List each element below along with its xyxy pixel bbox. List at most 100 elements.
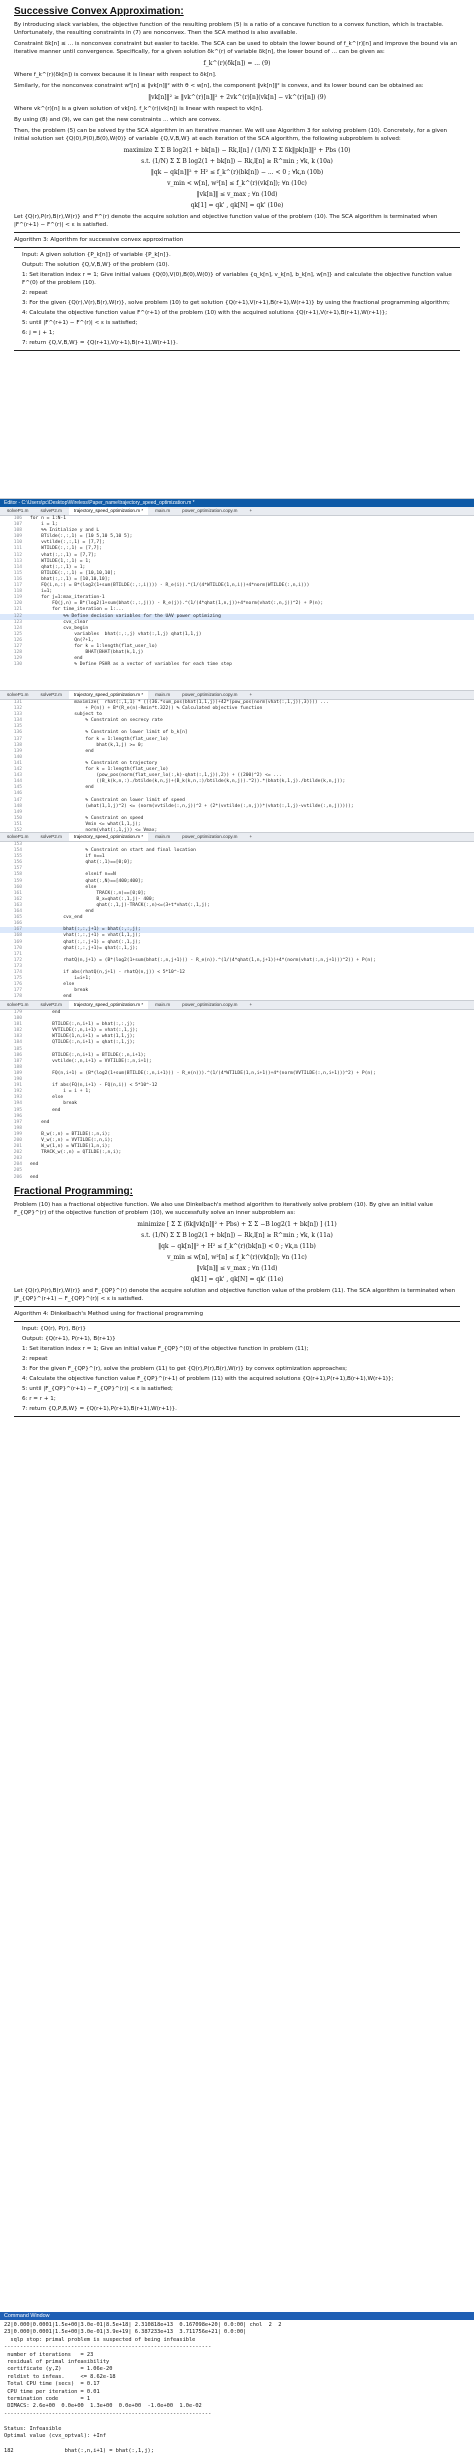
code-text[interactable]: end [30,1162,38,1168]
paragraph: Similarly, for the nonconvex constraint … [14,83,424,89]
paragraph: By introducing slack variables, the obje… [14,22,444,36]
code-text[interactable]: end [30,1120,49,1126]
tab-main[interactable]: main.m [150,507,175,515]
code-editor-3[interactable]: solveP1.m solveP2.m trajectory_speed_opt… [0,832,474,999]
algorithm-step: 1: Set iteration index r = 1; Give initi… [22,272,452,286]
algorithm-step: 1: Set iteration index r = 1; Give an in… [22,1346,309,1352]
editor-title: Editor - C:\Users\pc\Desktop\Wireless\Pa… [0,499,474,507]
code-text[interactable]: end [30,1108,60,1114]
algorithm-step: 7: return {Q,P,B,W} = {Q(r+1),P(r+1),B(r… [22,1406,177,1412]
equation-11c: v_min ≤ w[n], w²[n] ≤ f_k^(r)(vk[n]); ∀n… [167,1254,307,1261]
algorithm-step: 5: until |F^(r+1) − F^(r)| < ε is satisf… [22,320,138,326]
document-page-fractional: Fractional Programming: Problem (10) has… [0,1180,474,2310]
code-area[interactable]: 106 for n = 1:N-1 107 i = 1; 108 %% Initial… [0,516,474,668]
tab-solveP1[interactable]: solveP1.m [2,507,33,515]
editor-tab-bar: solveP1.m solveP2.m trajectory_speed_opt… [0,833,474,842]
editor-tab-bar: solveP1.m solveP2.m trajectory_speed_opt… [0,507,474,516]
line-number[interactable]: 130 [0,662,30,668]
code-text[interactable]: qhat(:,1)==[0;0]; [30,860,132,866]
equation-10e: qk[1] = qk' , qk[N] = qk' (10e) [190,202,284,209]
algorithm-step: 3: For the given {Q(r),V(r),B(r),W(r)}, … [22,300,450,306]
algorithm-step: 6: r = r + 1; [22,1396,56,1402]
algorithm-input: Input: A given solution {P_k[n]} of vari… [22,252,171,258]
editor-tab-bar: solveP1.m solveP2.m trajectory_speed_opt… [0,1001,474,1010]
code-text[interactable]: % Define PSHR as a vector of variables f… [30,662,232,668]
equation-11d: ‖vk[n]‖ ≤ v_max ; ∀n (11d) [196,1265,278,1272]
tab-solveP1[interactable]: solveP1.m [2,1001,33,1009]
code-text[interactable]: qhat(:,:,j+1)= qhat(:,1,j); [30,946,138,952]
tab-solveP2[interactable]: solveP2.m [35,507,66,515]
code-area[interactable]: 153 154 % Constraint on start and final l… [0,842,474,1000]
algorithm-output: Output: {Q(r+1), P(r+1), B(r+1)} [22,1336,116,1342]
equation-11a: s.t. (1/N) Σ Σ B log2(1 + bk[n]) − Rk,l[… [141,1232,333,1239]
algorithm-step: 2: repeat [22,1356,48,1362]
editor-tab-bar: solveP1.m solveP2.m trajectory_speed_opt… [0,691,474,700]
tab-solveP2[interactable]: solveP2.m [35,833,66,841]
code-editor-2[interactable]: solveP1.m solveP2.m trajectory_speed_opt… [0,690,474,834]
code-text[interactable]: vvtilde(:,n,i+1) = VVTILDE(:,n,i+1); [30,1059,152,1065]
code-text[interactable]: end [30,785,93,791]
command-window[interactable]: Command Window 22|0.000|0.0001|1.5e+00|3… [0,2312,474,2454]
code-editor-1[interactable]: Editor - C:\Users\pc\Desktop\Wireless\Pa… [0,498,474,689]
algorithm-step: 6: j = j + 1; [22,330,55,336]
algorithm-step: 5: until |F_{QP}^(r+1) − F_{QP}^(r)| < ε… [22,1386,173,1392]
equation-11b: ‖qk − qk[n]‖² + H² ≤ f_k^(r)(bk[n]) < 0 … [158,1243,316,1250]
code-text[interactable]: % Constraint on secrecy rate [30,718,162,724]
document-page-sca: Successive Convex Approximation: By intr… [0,0,474,498]
code-text[interactable]: TRACK_w(:,n) = QTILDE(:,n,i); [30,1150,121,1156]
tab-trajectory-speed[interactable]: trajectory_speed_optimization.m * [68,507,149,515]
algorithm-caption: Algorithm 4: Dinkelbach's Method using f… [14,1311,204,1317]
code-editor-4[interactable]: solveP1.m solveP2.m trajectory_speed_opt… [0,1000,474,1180]
new-tab-button[interactable]: + [245,691,258,699]
code-text[interactable]: FQ(n,i+1) = (B*(log2(1+sum(BTILDE(:,n,i+… [30,1071,376,1077]
equation-10c: v_min < w[n], w²[n] ≤ f_k^(r)(vk[n]); ∀n… [167,180,307,187]
tab-solveP1[interactable]: solveP1.m [2,833,33,841]
section-title: Successive Convex Approximation: [14,6,184,17]
new-tab-button[interactable]: + [245,507,258,515]
equation-9: f_k^(r)(δk[n]) = ... (9) [203,60,271,67]
tab-power-optimization[interactable]: power_optimization.copy.m [177,833,242,841]
tab-main[interactable]: main.m [150,691,175,699]
paragraph: Problem (10) has a fractional objective … [14,1202,433,1216]
code-text[interactable]: end [30,1010,60,1016]
code-text[interactable]: end [30,749,93,755]
tab-trajectory-speed[interactable]: trajectory_speed_optimization.m * [68,1001,149,1009]
tab-solveP2[interactable]: solveP2.m [35,1001,66,1009]
code-text[interactable]: (what(1,1,j)^2) <= (norm(vvtilde(:,n,j))… [30,804,353,810]
equation-9b: ‖vk[n]‖² ≥ ‖vk^(r)[n]‖² + 2vk^(r)[n](vk[… [148,94,326,101]
tab-power-optimization[interactable]: power_optimization.copy.m [177,507,242,515]
paragraph: Then, the problem (5) can be solved by t… [14,128,448,142]
algorithm-step: 7: return {Q,V,B,W} = {Q(r+1),V(r+1),B(r… [22,340,178,346]
code-text[interactable]: QTILDE(:,n,i+1) = qhat(:,1,j); [30,1040,135,1046]
equation-10d: ‖vk[n]‖ ≤ v_max ; ∀n (10d) [196,191,278,198]
code-line[interactable]: 130 % Define PSHR as a vector of variabl… [0,662,474,668]
code-area[interactable]: 131 maximize( rhat(:,1,1) * (((36.*sum_p… [0,700,474,834]
tab-solveP1[interactable]: solveP1.m [2,691,33,699]
tab-main[interactable]: main.m [150,833,175,841]
tab-power-optimization[interactable]: power_optimization.copy.m [177,691,242,699]
algorithm-caption: Algorithm 3: Algorithm for successive co… [14,237,184,243]
code-text[interactable]: rhatQ(n,j+1) = (B*(log2(1+sum(bhat(:,n,j… [30,958,376,964]
tab-trajectory-speed[interactable]: trajectory_speed_optimization.m * [68,691,149,699]
tab-solveP2[interactable]: solveP2.m [35,691,66,699]
section-title: Fractional Programming: [14,1186,133,1197]
tab-main[interactable]: main.m [150,1001,175,1009]
tab-trajectory-speed[interactable]: trajectory_speed_optimization.m * [68,833,149,841]
code-text[interactable]: cvx_end [30,915,82,921]
algorithm-3: Algorithm 3: Algorithm for successive co… [14,232,460,351]
paragraph: Where vk^(r)[n] is a given solution of v… [14,106,263,112]
code-area[interactable]: 179 end 180 181 BTILDE(:,n,i+1) = bhat(:,:… [0,1010,474,1181]
algorithm-step: 4: Calculate the objective function valu… [22,310,388,316]
new-tab-button[interactable]: + [245,833,258,841]
algorithm-step: 3: For the given F_{QP}^(r), solve the p… [22,1366,348,1372]
equation-10: maximize Σ Σ B log2(1 + bk[n]) − Rk,l[n]… [123,147,351,154]
algorithm-step: 2: repeat [22,290,48,296]
paragraph: Let {Q(r),P(r),B(r),W(r)} and F^(r) deno… [14,214,438,228]
equation-10b: ‖qk − qk[n]‖² + H² ≤ f_k^(r)(bk[n]) − ..… [150,169,324,176]
code-text[interactable]: FQ(i,n,:) = B*(log2(1+sum(BTILDE(:,:,i))… [30,583,309,589]
equation-10a: s.t. (1/N) Σ Σ B log2(1 + bk[n]) − Rk,l[… [141,158,333,165]
equation-11e: qk[1] = qk' , qk[N] = qk' (11e) [190,1276,284,1283]
tab-power-optimization[interactable]: power_optimization.copy.m [177,1001,242,1009]
command-output[interactable]: 22|0.000|0.0001|1.5e+00|3.0e-01|8.5e+18|… [0,2320,474,2457]
new-tab-button[interactable]: + [245,1001,258,1009]
